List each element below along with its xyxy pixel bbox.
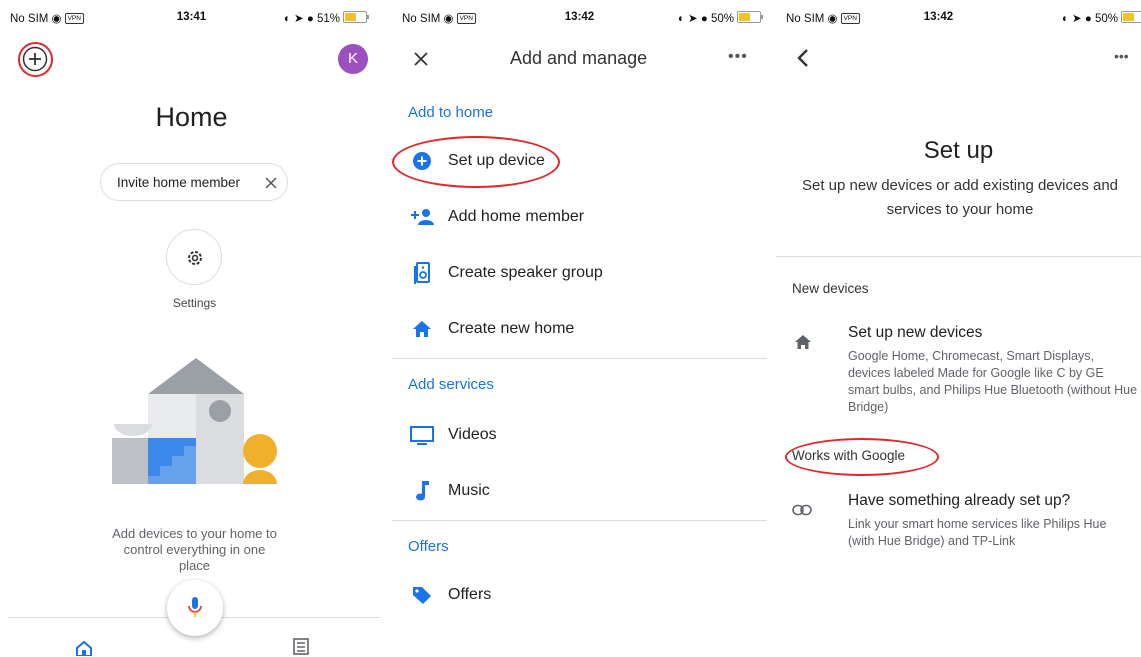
menu-add-home-member[interactable]: Add home member (392, 196, 767, 238)
item-description: Google Home, Chromecast, Smart Displays,… (848, 349, 1138, 414)
battery-fill (739, 13, 750, 21)
menu-label: Add home member (448, 208, 585, 225)
battery-percent: 50% (710, 13, 734, 25)
item-title: Have something already set up? (848, 492, 1071, 509)
section-add-services: Add services (408, 376, 494, 393)
menu-music[interactable]: Music (392, 470, 767, 512)
more-icon[interactable]: ••• (728, 48, 748, 66)
page-subtitle: Set up new devices or add existing devic… (801, 177, 1119, 218)
menu-label: Offers (448, 586, 492, 603)
setup-screen: No SIM ◉ VPN 13:42 ◐ ➤ ● 50% ••• Set up S… (776, 0, 1141, 657)
section-add-to-home: Add to home (408, 104, 494, 121)
mic-icon (188, 597, 202, 617)
battery-percent: 50% (1094, 13, 1118, 25)
battery-fill (345, 13, 357, 21)
feed-tab-icon[interactable] (291, 638, 309, 656)
music-note-icon (416, 481, 429, 501)
alarm-icon: ◐ ➤ ● (283, 13, 314, 25)
invite-chip-label: Invite home member (117, 175, 241, 190)
menu-offers[interactable]: Offers (392, 574, 767, 616)
page-title: Set up (923, 137, 994, 164)
status-bar: No SIM ◉ VPN 13:42 ◐ ➤ ● 50% (392, 0, 767, 36)
page-title: Home (155, 102, 228, 132)
status-bar: No SIM ◉ VPN 13:42 ◐ ➤ ● 50% (776, 0, 1141, 36)
section-new-devices: New devices (792, 281, 869, 296)
empty-home-illustration (112, 358, 277, 484)
status-bar: No SIM ◉ VPN 13:41 ◐ ➤ ● 51% (0, 0, 383, 36)
back-icon[interactable] (796, 48, 810, 68)
page-title: Add and manage (510, 48, 648, 68)
clock: 13:42 (923, 11, 954, 23)
item-description: Link your smart home services like Phili… (848, 517, 1107, 548)
alarm-icon: ◐ ➤ ● (1061, 13, 1092, 25)
alarm-icon: ◐ ➤ ● (677, 13, 708, 25)
menu-label: Videos (448, 426, 497, 443)
empty-state-message: Add devices to your home to control ever… (112, 526, 277, 573)
settings-gear-icon (188, 251, 202, 265)
home-icon (795, 335, 811, 349)
highlight-circle (18, 42, 53, 77)
menu-create-new-home[interactable]: Create new home (392, 308, 767, 350)
tag-icon (413, 587, 431, 604)
speaker-icon (414, 262, 430, 284)
item-title: Set up new devices (848, 324, 983, 341)
close-icon[interactable] (265, 177, 277, 189)
link-existing-services-item[interactable]: Have something already set up? Link your… (776, 484, 1141, 564)
invite-chip[interactable]: Invite home member (100, 163, 288, 201)
settings-label: Settings (172, 296, 217, 310)
highlight-ellipse (785, 438, 939, 476)
home-tab-icon[interactable] (75, 640, 93, 656)
battery-percent: 51% (316, 13, 340, 25)
battery-icon (1121, 11, 1141, 23)
add-person-icon (411, 209, 434, 225)
highlight-ellipse (392, 136, 560, 188)
menu-label: Music (448, 482, 490, 499)
home-icon (413, 321, 431, 337)
menu-videos[interactable]: Videos (392, 414, 767, 456)
menu-label: Create speaker group (448, 264, 603, 281)
divider (776, 256, 1141, 257)
settings-button[interactable] (166, 229, 222, 285)
battery-icon (737, 11, 763, 23)
close-icon[interactable] (414, 52, 428, 66)
mic-button[interactable] (167, 580, 223, 636)
divider (392, 520, 767, 521)
section-offers: Offers (408, 538, 449, 555)
divider (392, 358, 767, 359)
avatar[interactable]: K (338, 44, 368, 74)
link-icon (792, 504, 812, 516)
tv-icon (410, 426, 434, 445)
more-icon[interactable]: ••• (1114, 48, 1129, 64)
setup-new-devices-item[interactable]: Set up new devices Google Home, Chromeca… (776, 318, 1141, 418)
battery-icon (343, 11, 369, 23)
add-manage-screen: No SIM ◉ VPN 13:42 ◐ ➤ ● 50% Add and mana… (392, 0, 767, 657)
home-screen: No SIM ◉ VPN 13:41 ◐ ➤ ● 51% K Home Invit… (0, 0, 383, 657)
battery-fill (1123, 13, 1134, 21)
menu-create-speaker-group[interactable]: Create speaker group (392, 252, 767, 294)
menu-label: Create new home (448, 320, 575, 337)
